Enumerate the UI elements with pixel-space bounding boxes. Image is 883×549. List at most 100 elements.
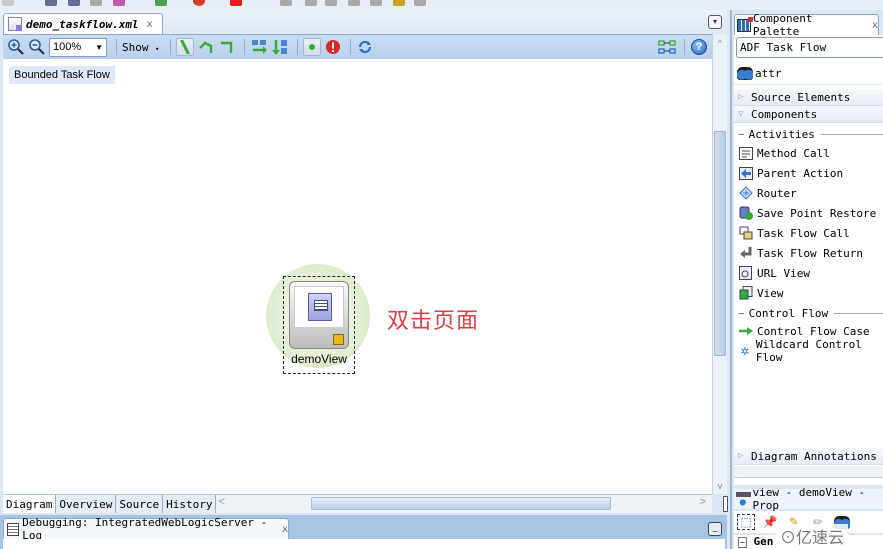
section-label: Components bbox=[751, 107, 818, 121]
binary-icon[interactable] bbox=[68, 0, 80, 6]
scrollbar-thumb[interactable] bbox=[714, 131, 726, 356]
palette-search-value: attr bbox=[755, 67, 782, 80]
help-button[interactable]: ? bbox=[690, 38, 708, 56]
layout-horizontal-icon[interactable] bbox=[250, 38, 268, 56]
tab-diagram[interactable]: Diagram bbox=[3, 495, 57, 513]
palette-search-input[interactable]: attr bbox=[734, 63, 883, 85]
scroll-up-icon[interactable]: ^ bbox=[715, 38, 725, 48]
property-inspector-tab[interactable]: view - demoView - Prop bbox=[734, 486, 883, 512]
close-icon[interactable]: x bbox=[872, 20, 878, 31]
palette-item-router[interactable]: Router bbox=[734, 183, 883, 203]
error-icon[interactable] bbox=[324, 38, 342, 56]
component-palette-panel: Component Palette x ADF Task Flow attr ▷… bbox=[730, 10, 883, 549]
zoom-out-icon[interactable] bbox=[28, 38, 46, 56]
zoom-level-select[interactable]: 100% ▼ bbox=[49, 37, 107, 57]
toolbar-icon[interactable] bbox=[370, 0, 382, 6]
show-menu-button[interactable]: Show ▾ bbox=[122, 41, 159, 54]
method-call-icon bbox=[738, 146, 753, 160]
scroll-right-icon[interactable]: > bbox=[700, 496, 706, 508]
scrollbar-thumb[interactable] bbox=[311, 497, 612, 510]
toolbar-icon[interactable] bbox=[348, 0, 360, 6]
palette-item-method-call[interactable]: Method Call bbox=[734, 143, 883, 163]
main-toolbar bbox=[0, 0, 883, 10]
save-point-restore-icon bbox=[738, 206, 753, 220]
log-tab[interactable]: Debugging: IntegratedWebLogicServer - Lo… bbox=[3, 516, 289, 542]
toolbar-icon[interactable] bbox=[90, 0, 102, 6]
binary-icon[interactable] bbox=[45, 0, 57, 6]
refresh-icon[interactable] bbox=[356, 38, 374, 56]
split-handle[interactable] bbox=[723, 496, 728, 512]
section-label: Diagram Annotations bbox=[751, 449, 877, 463]
editor-tab-demo-taskflow[interactable]: demo_taskflow.xml x bbox=[3, 13, 163, 34]
close-icon[interactable]: x bbox=[147, 19, 153, 30]
view-node-inner bbox=[294, 286, 344, 328]
control-flow-case-icon bbox=[738, 324, 753, 338]
section-source-elements[interactable]: ▷ Source Elements bbox=[734, 89, 883, 106]
item-label: Task Flow Call bbox=[757, 226, 850, 240]
palette-item-wildcard-control-flow[interactable]: ✲ Wildcard Control Flow bbox=[734, 338, 883, 364]
palette-item-view[interactable]: View bbox=[734, 283, 883, 303]
close-icon[interactable]: x bbox=[282, 524, 288, 535]
item-label: Router bbox=[757, 186, 797, 200]
oblique-line-icon[interactable] bbox=[197, 38, 215, 56]
group-label: Control Flow bbox=[748, 306, 829, 320]
vertical-scrollbar[interactable]: ^ v bbox=[712, 34, 727, 494]
toolbar-icon[interactable] bbox=[414, 0, 426, 6]
zoom-in-icon[interactable] bbox=[7, 38, 25, 56]
palette-item-task-flow-call[interactable]: Task Flow Call bbox=[734, 223, 883, 243]
debug-icon[interactable] bbox=[193, 0, 205, 6]
item-label: URL View bbox=[757, 266, 810, 280]
connect-nodes-icon[interactable] bbox=[658, 38, 676, 56]
url-view-icon bbox=[738, 266, 753, 280]
section-label: Source Elements bbox=[751, 90, 851, 104]
tab-list-button[interactable]: ▾ bbox=[708, 15, 722, 29]
palette-item-task-flow-return[interactable]: Task Flow Return bbox=[734, 243, 883, 263]
minimize-button[interactable]: _ bbox=[708, 522, 722, 536]
section-components[interactable]: ▽ Components bbox=[734, 106, 883, 123]
toolbar-icon[interactable] bbox=[280, 0, 292, 6]
scroll-left-icon[interactable]: < bbox=[218, 496, 224, 508]
group-control-flow: − Control Flow bbox=[734, 305, 883, 321]
palette-category-select[interactable]: ADF Task Flow bbox=[736, 37, 883, 58]
sql-icon[interactable] bbox=[2, 0, 14, 6]
palette-scrollbar[interactable] bbox=[734, 466, 883, 478]
show-status-icon[interactable] bbox=[303, 38, 322, 56]
run-icon[interactable] bbox=[155, 0, 167, 6]
editor-tab-bar: demo_taskflow.xml x ▾ bbox=[0, 10, 727, 34]
tab-history[interactable]: History bbox=[163, 495, 217, 513]
toolbar-icon[interactable] bbox=[113, 0, 125, 6]
scroll-down-icon[interactable]: v bbox=[715, 481, 725, 491]
horizontal-scrollbar[interactable]: < > bbox=[216, 495, 728, 513]
parent-action-icon bbox=[738, 166, 753, 180]
view-node-box[interactable] bbox=[289, 281, 349, 349]
straight-line-icon[interactable] bbox=[176, 38, 195, 56]
group-activities: − Activities bbox=[734, 126, 883, 142]
tab-overview[interactable]: Overview bbox=[56, 495, 117, 513]
tab-source[interactable]: Source bbox=[116, 495, 164, 513]
diagram-canvas[interactable]: Bounded Task Flow demoView 双击页面 bbox=[3, 59, 712, 494]
layout-vertical-icon[interactable] bbox=[271, 38, 289, 56]
orthogonal-line-icon[interactable] bbox=[218, 38, 236, 56]
toolbar-icon[interactable] bbox=[325, 0, 337, 6]
editor-view-tabs: Diagram Overview Source History < > bbox=[3, 494, 728, 513]
node-label: demoView bbox=[291, 352, 347, 366]
toolbar-icon[interactable] bbox=[305, 0, 317, 6]
group-label: Activities bbox=[748, 127, 815, 141]
chevron-down-icon: ▼ bbox=[95, 42, 103, 52]
chevron-right-icon: ▷ bbox=[738, 451, 744, 461]
select-icon[interactable]: ⬚ bbox=[737, 514, 755, 530]
palette-item-url-view[interactable]: URL View bbox=[734, 263, 883, 283]
dash-icon: − bbox=[738, 127, 745, 141]
toolbar-icon[interactable] bbox=[393, 0, 405, 6]
stop-icon[interactable] bbox=[230, 0, 242, 6]
palette-item-save-point-restore[interactable]: Save Point Restore bbox=[734, 203, 883, 223]
palette-body: ADF Task Flow attr ▷ Source Elements ▽ C… bbox=[734, 35, 883, 485]
section-diagram-annotations[interactable]: ▷ Diagram Annotations bbox=[734, 448, 883, 465]
view-activity-node[interactable]: demoView bbox=[283, 276, 355, 374]
taskflow-file-icon bbox=[8, 17, 22, 31]
bounded-task-flow-label: Bounded Task Flow bbox=[9, 66, 115, 84]
dash-icon: − bbox=[738, 306, 745, 320]
palette-item-parent-action[interactable]: Parent Action bbox=[734, 163, 883, 183]
log-body bbox=[3, 539, 725, 549]
component-palette-tab[interactable]: Component Palette x bbox=[734, 12, 879, 38]
